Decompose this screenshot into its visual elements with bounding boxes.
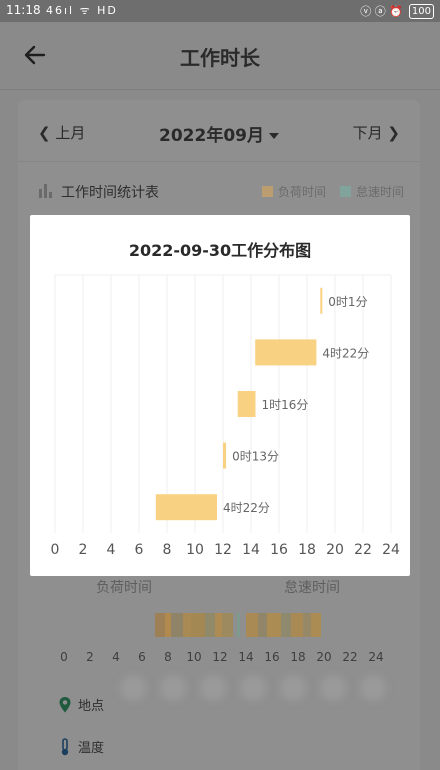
x-tick-label: 20	[326, 542, 344, 558]
x-tick-label: 16	[270, 542, 288, 558]
x-tick-label: 10	[186, 542, 204, 558]
range-bar	[155, 494, 217, 521]
x-tick-label: 18	[298, 542, 316, 558]
x-tick-label: 22	[354, 542, 372, 558]
bar-duration-label: 0时13分	[232, 450, 279, 464]
bar-duration-label: 4时22分	[223, 501, 270, 515]
bar-duration-label: 0时1分	[328, 295, 367, 309]
range-bar	[255, 339, 317, 366]
work-distribution-chart: 0 2 4 6 8 10 12 14 16 18 20 22 240时1分4时22分1时16分0时13分…	[51, 274, 400, 558]
x-tick-label: 0	[51, 542, 60, 558]
work-distribution-dialog: 2022-09-30工作分布图 0 2 4 6 8 10 12 14 16 18 20 22 24 0时1…	[30, 215, 410, 576]
x-tick-label: 24	[382, 542, 400, 558]
x-tick-label: 6	[135, 542, 144, 558]
range-bar	[320, 287, 323, 314]
x-tick-label: 12	[214, 542, 232, 558]
x-tick-label: 14	[242, 542, 260, 558]
range-bar	[237, 391, 256, 417]
x-tick-label: 8	[163, 542, 172, 558]
bar-duration-label: 4时22分	[322, 346, 369, 360]
x-tick-label: 2	[79, 542, 88, 558]
range-bar	[223, 442, 227, 469]
bar-duration-label: 1时16分	[261, 398, 308, 412]
x-tick-label: 4	[107, 542, 116, 558]
